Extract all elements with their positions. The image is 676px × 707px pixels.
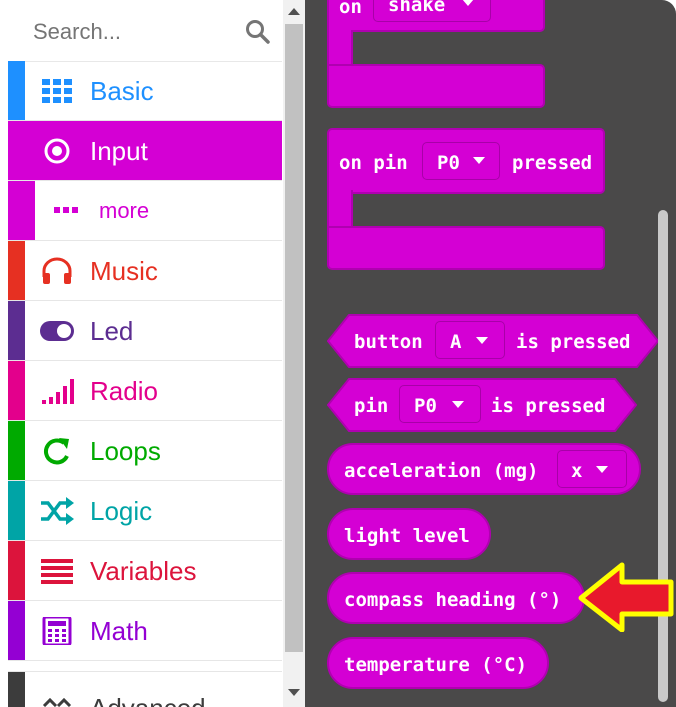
category-led[interactable]: Led: [8, 301, 282, 361]
category-label: Radio: [90, 376, 158, 406]
compass-heading-block[interactable]: compass heading (°): [327, 572, 585, 624]
category-advanced[interactable]: Advanced: [8, 671, 282, 707]
category-input[interactable]: Input: [8, 121, 282, 181]
category-variables[interactable]: Variables: [8, 541, 282, 601]
scroll-up-arrow-icon[interactable]: [288, 8, 300, 15]
category-color-bar: [8, 61, 25, 120]
category-label: Music: [90, 256, 158, 286]
category-label: Variables: [90, 556, 197, 586]
caret-down-icon: [596, 466, 608, 473]
search-icon[interactable]: [245, 19, 271, 45]
more-dots-icon: [54, 207, 78, 213]
temperature-block[interactable]: temperature (°C): [327, 637, 549, 689]
category-color-bar: [8, 601, 25, 660]
category-label: Math: [90, 616, 148, 646]
list-icon: [41, 559, 73, 584]
category-color-bar: [8, 181, 35, 240]
category-basic[interactable]: Basic: [8, 61, 282, 121]
block-c-side: [327, 190, 353, 230]
scrollbar-thumb[interactable]: [285, 24, 303, 652]
toolbox-scrollbar[interactable]: [283, 0, 305, 707]
search-input[interactable]: Search...: [33, 19, 121, 45]
block-footer: [327, 64, 545, 108]
caret-down-icon: [476, 337, 488, 344]
headphones-icon: [42, 257, 72, 284]
category-color-bar: [8, 541, 25, 600]
block-header: on shake: [327, 0, 545, 32]
category-color-bar: [8, 301, 25, 360]
category-logic[interactable]: Logic: [8, 481, 282, 541]
category-color-bar: [8, 672, 25, 707]
caret-down-icon: [473, 157, 485, 164]
toolbox: Search... Basic Input more Music Led Rad…: [0, 0, 283, 707]
category-math[interactable]: Math: [8, 601, 282, 661]
caret-down-icon: [452, 401, 464, 408]
target-icon: [44, 138, 70, 164]
button-dropdown[interactable]: A: [435, 321, 505, 359]
category-label: Logic: [90, 496, 153, 526]
scroll-down-arrow-icon[interactable]: [288, 689, 300, 696]
pin-is-pressed-block[interactable]: pin P0 is pressed: [327, 378, 637, 432]
category-label: Led: [90, 316, 134, 346]
pin-dropdown[interactable]: P0: [422, 142, 500, 180]
calculator-icon: [42, 617, 72, 645]
category-label: Basic: [90, 76, 154, 106]
category-color-bar: [8, 241, 25, 300]
block-c-side: [327, 30, 353, 68]
category-color-bar: [8, 421, 25, 480]
caret-down-icon: [462, 0, 474, 6]
refresh-icon: [43, 438, 69, 465]
signal-icon: [42, 379, 74, 404]
category-label: more: [99, 198, 150, 223]
category-label: Input: [90, 136, 148, 166]
gesture-dropdown[interactable]: shake: [373, 0, 491, 22]
category-music[interactable]: Music: [8, 241, 282, 301]
acceleration-block[interactable]: acceleration (mg) x: [327, 443, 641, 495]
category-color-bar: [8, 481, 25, 540]
grid-icon: [42, 79, 72, 103]
block-footer: [327, 226, 605, 270]
category-radio[interactable]: Radio: [8, 361, 282, 421]
light-level-block[interactable]: light level: [327, 508, 491, 560]
category-label: Loops: [90, 436, 161, 466]
chevron-icon: [42, 697, 72, 707]
pin-dropdown[interactable]: P0: [399, 385, 481, 423]
category-color-bar: [8, 361, 25, 420]
axis-dropdown[interactable]: x: [557, 450, 627, 488]
search-box[interactable]: Search...: [8, 0, 282, 62]
block-header: on pin P0 pressed: [327, 128, 605, 194]
toggle-icon: [40, 321, 74, 341]
button-is-pressed-block[interactable]: button A is pressed: [327, 314, 659, 368]
shuffle-icon: [41, 497, 74, 525]
category-input-more[interactable]: more: [8, 181, 282, 241]
category-label: Advanced: [90, 694, 206, 707]
highlight-arrow-icon: [578, 562, 674, 632]
category-loops[interactable]: Loops: [8, 421, 282, 481]
